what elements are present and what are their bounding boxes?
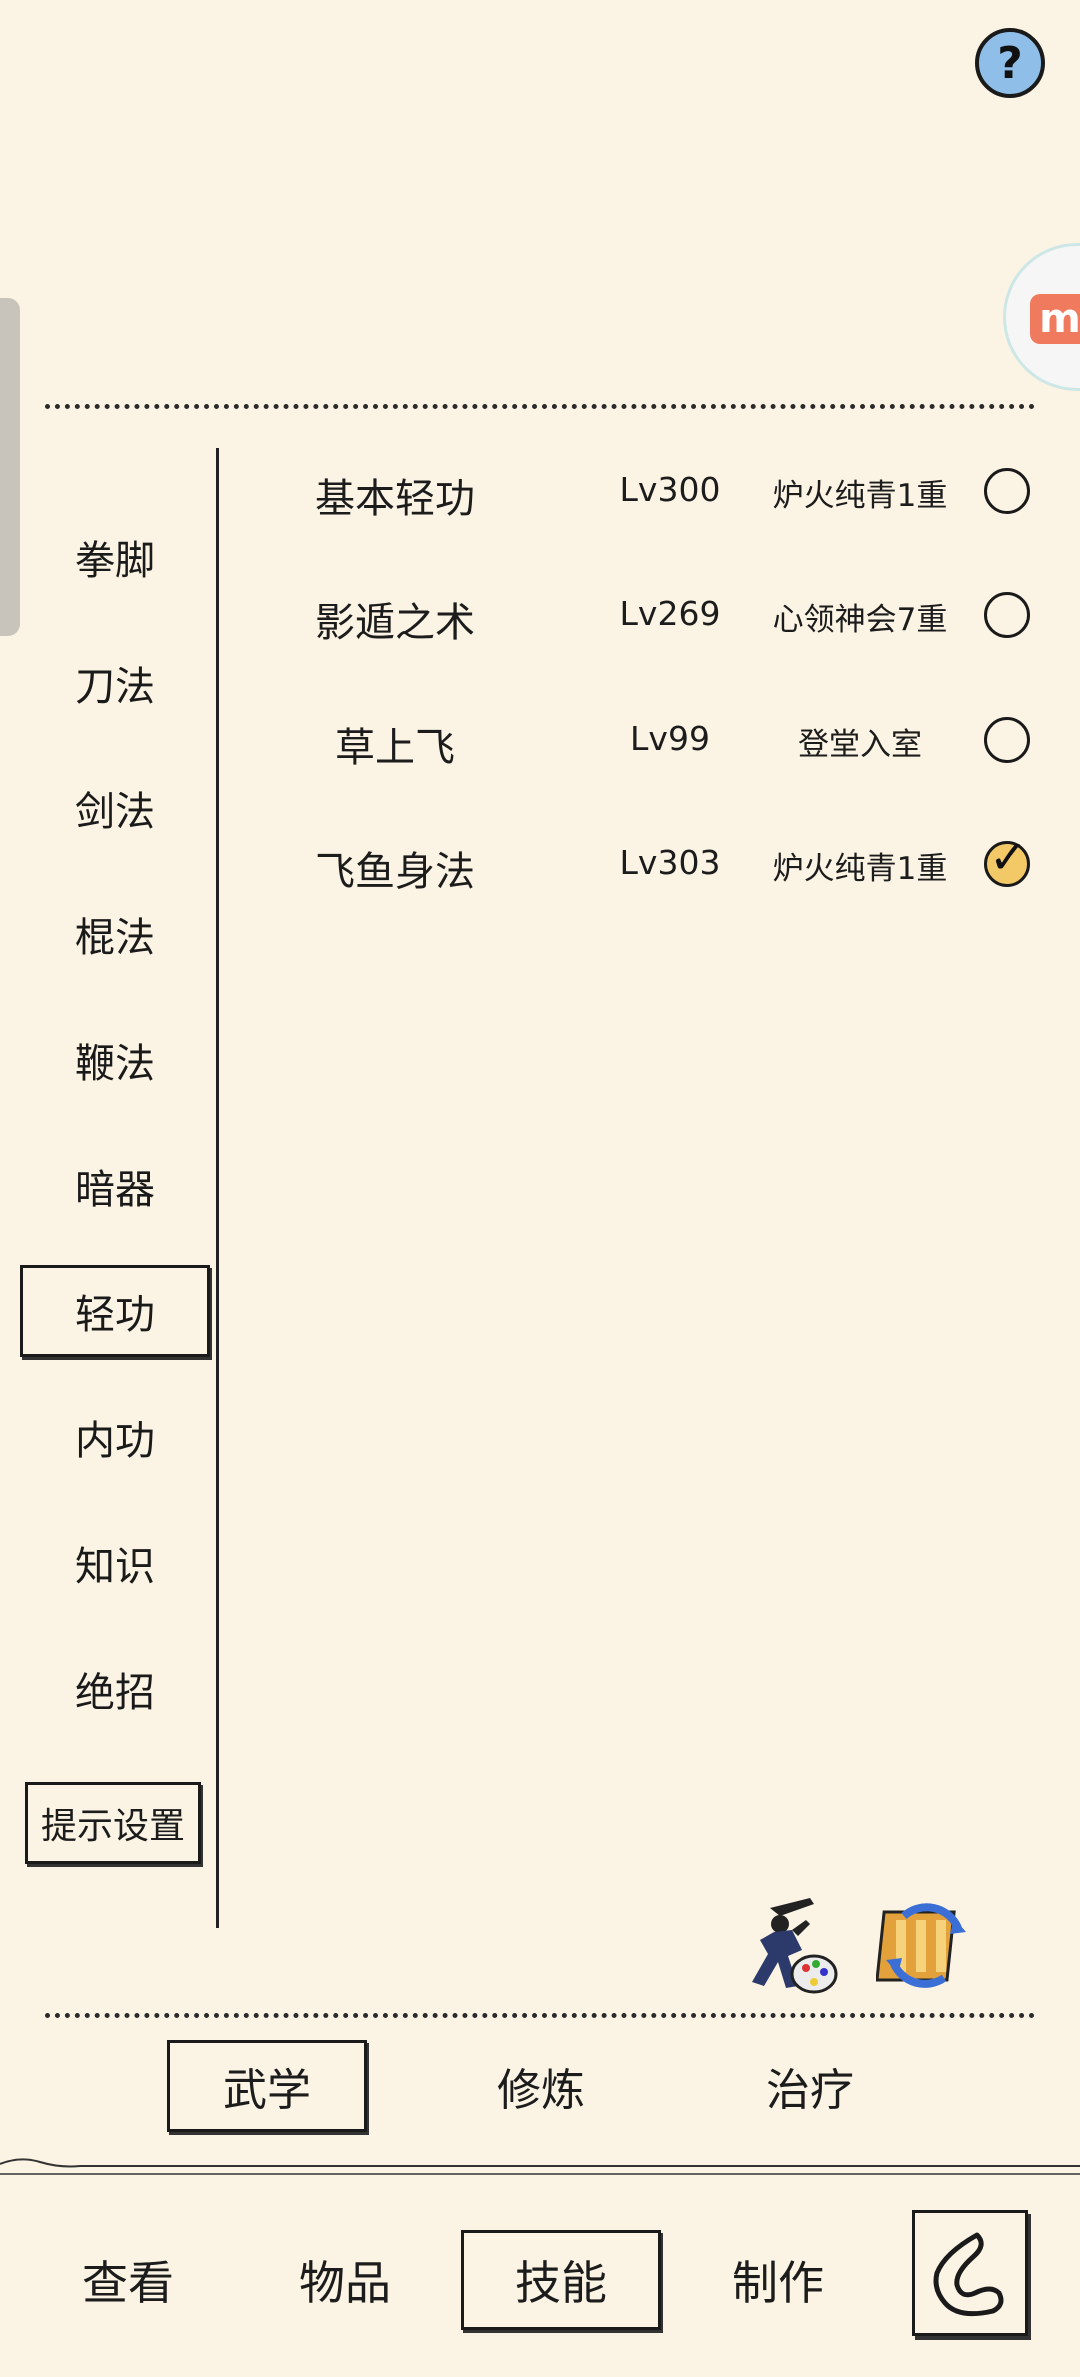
checkmark-icon: ✓: [989, 830, 1028, 884]
equip-radio[interactable]: [984, 717, 1030, 763]
skill-name: 影遁之术: [315, 600, 475, 646]
nav-skills[interactable]: 技能: [461, 2230, 661, 2330]
top-divider: [45, 404, 1035, 409]
category-qinggong[interactable]: 轻功: [20, 1265, 210, 1357]
equip-radio-checked[interactable]: ✓: [984, 830, 1030, 887]
category-gunfa[interactable]: 棍法: [20, 888, 210, 980]
floating-app-badge[interactable]: m: [1003, 243, 1080, 391]
skill-name: 基本轻功: [315, 476, 475, 522]
brush-divider: [0, 2152, 1080, 2182]
category-quanjiao[interactable]: 拳脚: [20, 511, 210, 603]
equip-radio[interactable]: [984, 592, 1030, 638]
category-juezhao[interactable]: 绝招: [20, 1643, 210, 1735]
skill-name: 草上飞: [335, 725, 455, 771]
category-zhishi[interactable]: 知识: [20, 1517, 210, 1609]
scroll-swap-icon[interactable]: [875, 1894, 976, 1994]
category-jianfa[interactable]: 剑法: [20, 762, 210, 854]
category-divider: [216, 448, 219, 1928]
nav-view[interactable]: 查看: [28, 2230, 228, 2330]
skill-rank: 登堂入室: [798, 727, 922, 763]
skill-row[interactable]: 飞鱼身法 Lv303 炉火纯青1重 ✓: [230, 827, 1040, 907]
bottom-divider: [45, 2013, 1035, 2018]
skill-rank: 炉火纯青1重: [772, 478, 948, 514]
back-arrow-icon: [933, 2232, 1004, 2317]
skill-rank: 炉火纯青1重: [772, 851, 948, 887]
skill-row[interactable]: 草上飞 Lv99 登堂入室: [230, 703, 1040, 783]
nav-crafting[interactable]: 制作: [678, 2230, 878, 2330]
subtab-xiulian[interactable]: 修炼: [441, 2040, 641, 2132]
skill-rank: 心领神会7重: [772, 602, 948, 638]
category-anqi[interactable]: 暗器: [20, 1140, 210, 1232]
nav-items[interactable]: 物品: [245, 2230, 445, 2330]
category-bianfa[interactable]: 鞭法: [20, 1014, 210, 1106]
skill-row[interactable]: 基本轻功 Lv300 炉火纯青1重: [230, 454, 1040, 534]
app-logo-icon: m: [1030, 294, 1080, 344]
category-daofa[interactable]: 刀法: [20, 637, 210, 729]
subtab-wuxue[interactable]: 武学: [167, 2040, 367, 2132]
skill-row[interactable]: 影遁之术 Lv269 心领神会7重: [230, 578, 1040, 658]
edge-drawer-handle[interactable]: [0, 298, 20, 636]
equip-radio[interactable]: [984, 468, 1030, 514]
swordsman-palette-icon[interactable]: [740, 1890, 840, 2000]
hint-settings-button[interactable]: 提示设置: [25, 1782, 201, 1864]
skill-name: 飞鱼身法: [315, 849, 475, 895]
back-button[interactable]: [912, 2210, 1028, 2336]
subtab-zhiliao[interactable]: 治疗: [710, 2040, 910, 2132]
help-icon[interactable]: ?: [975, 28, 1045, 98]
category-neigong[interactable]: 内功: [20, 1391, 210, 1483]
